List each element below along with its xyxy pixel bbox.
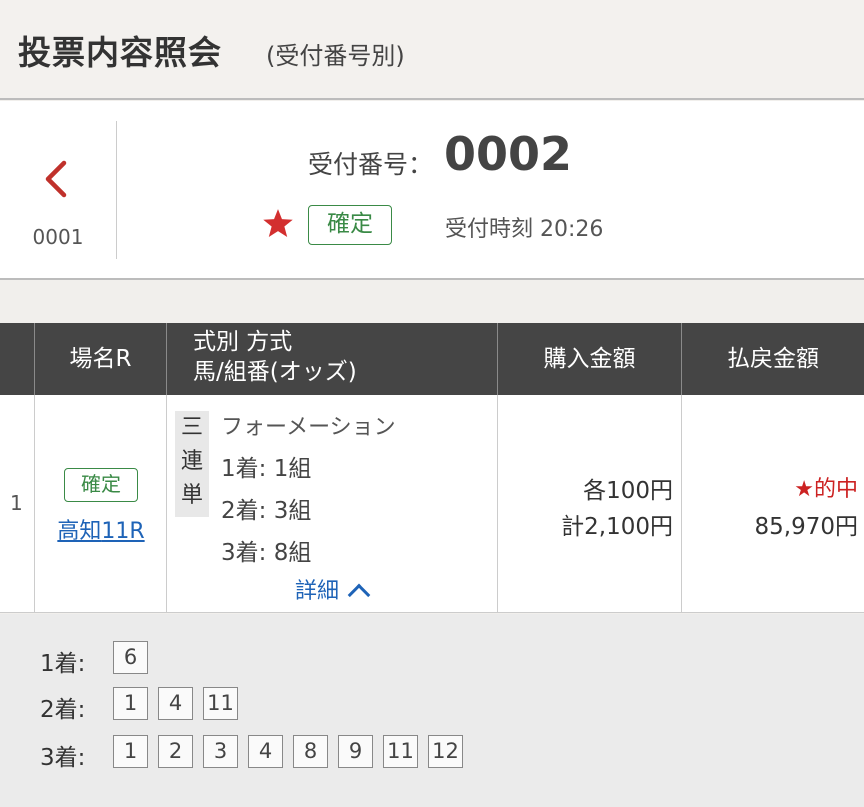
detail-toggle[interactable]: 詳細: [295, 573, 371, 607]
row-index-cell: 1: [0, 395, 34, 613]
horse-number-box: 11: [203, 687, 238, 720]
bet-method: フォーメーション: [221, 415, 396, 440]
bet-type: 三 連 単: [175, 411, 209, 517]
receive-time-label: 受付時刻: [445, 217, 534, 242]
buy-total-amount: 計2,100円: [561, 514, 673, 540]
horse-number-box: 4: [248, 735, 283, 768]
horse-number-box: 1: [113, 687, 148, 720]
horse-number-box: 12: [428, 735, 463, 768]
second-place-label: 2着:: [40, 697, 86, 723]
header-place: 場名R: [34, 323, 166, 395]
horse-number-box: 3: [203, 735, 238, 768]
horse-number-box: 8: [293, 735, 328, 768]
header-index-cell: [0, 323, 34, 395]
page-subtitle: (受付番号別): [266, 42, 405, 70]
bet-type-char: 連: [180, 449, 203, 474]
receive-time-value: 20:26: [540, 217, 604, 242]
table-header: 場名R 式別 方式 馬/組番(オッズ) 購入金額 払戻金額: [0, 323, 864, 395]
chevron-left-icon: [45, 160, 67, 198]
horse-number-box: 6: [113, 641, 148, 674]
header-buy: 購入金額: [497, 323, 681, 395]
detail-label: 詳細: [295, 579, 340, 604]
second-place-horses: 1 4 11: [113, 687, 238, 720]
favorite-star-icon[interactable]: [261, 207, 295, 241]
horse-number-box: 1: [113, 735, 148, 768]
divider: [116, 121, 117, 259]
first-place-horses: 6: [113, 641, 148, 674]
buy-cell: 各100円 計2,100円: [497, 395, 681, 613]
third-place-label: 3着:: [40, 745, 86, 771]
header-type-line1: 式別 方式: [193, 329, 293, 355]
header-pay: 払戻金額: [681, 323, 864, 395]
horse-number-box: 2: [158, 735, 193, 768]
page-header: 投票内容照会 (受付番号別): [0, 0, 864, 100]
third-place-horses: 1 2 3 4 8 9 11 12: [113, 735, 463, 768]
page-title: 投票内容照会: [18, 33, 222, 72]
bet-type-char: 三: [180, 415, 203, 440]
table-row: 1 確定 高知11R 三 連 単 フォーメーション 1着: 1組 2着: 3組 …: [0, 395, 864, 613]
prev-receipt-button[interactable]: 0001: [0, 101, 116, 280]
prev-receipt-number: 0001: [32, 225, 84, 249]
race-link[interactable]: 高知11R: [35, 513, 167, 545]
row-status-badge: 確定: [64, 468, 138, 502]
receipt-number-label: 受付番号：: [308, 150, 434, 179]
header-type-line2: 馬/組番(オッズ): [193, 359, 357, 385]
header-type: 式別 方式 馬/組番(オッズ): [166, 323, 497, 395]
status-badge: 確定: [308, 205, 392, 245]
row-index: 1: [10, 491, 23, 515]
bet-type-char: 単: [180, 483, 203, 508]
receipt-panel: 0001 受付番号： 0002 確定 受付時刻 20:26: [0, 101, 864, 280]
payout-amount: 85,970円: [754, 514, 858, 540]
place-cell: 確定 高知11R: [34, 395, 166, 613]
combo-first: 1着: 1組: [221, 456, 312, 482]
combo-third: 3着: 8組: [221, 540, 312, 566]
race-place: 高知: [57, 519, 102, 544]
receive-time: 受付時刻 20:26: [445, 211, 603, 243]
horse-number-box: 11: [383, 735, 418, 768]
pay-cell: ★的中 85,970円: [681, 395, 864, 613]
hit-label: ★的中: [794, 477, 858, 502]
buy-each-amount: 各100円: [583, 478, 673, 504]
first-place-label: 1着:: [40, 651, 86, 677]
receipt-number: 0002: [444, 127, 573, 181]
race-number: 11R: [101, 519, 145, 544]
combo-second: 2着: 3組: [221, 498, 312, 524]
type-cell: 三 連 単 フォーメーション 1着: 1組 2着: 3組 3着: 8組 詳細: [166, 395, 497, 613]
horse-number-box: 4: [158, 687, 193, 720]
horse-selection-panel: 1着: 6 2着: 1 4 11 3着: 1 2 3 4 8 9 11 12: [0, 614, 864, 807]
chevron-up-icon: [347, 583, 371, 607]
horse-number-box: 9: [338, 735, 373, 768]
